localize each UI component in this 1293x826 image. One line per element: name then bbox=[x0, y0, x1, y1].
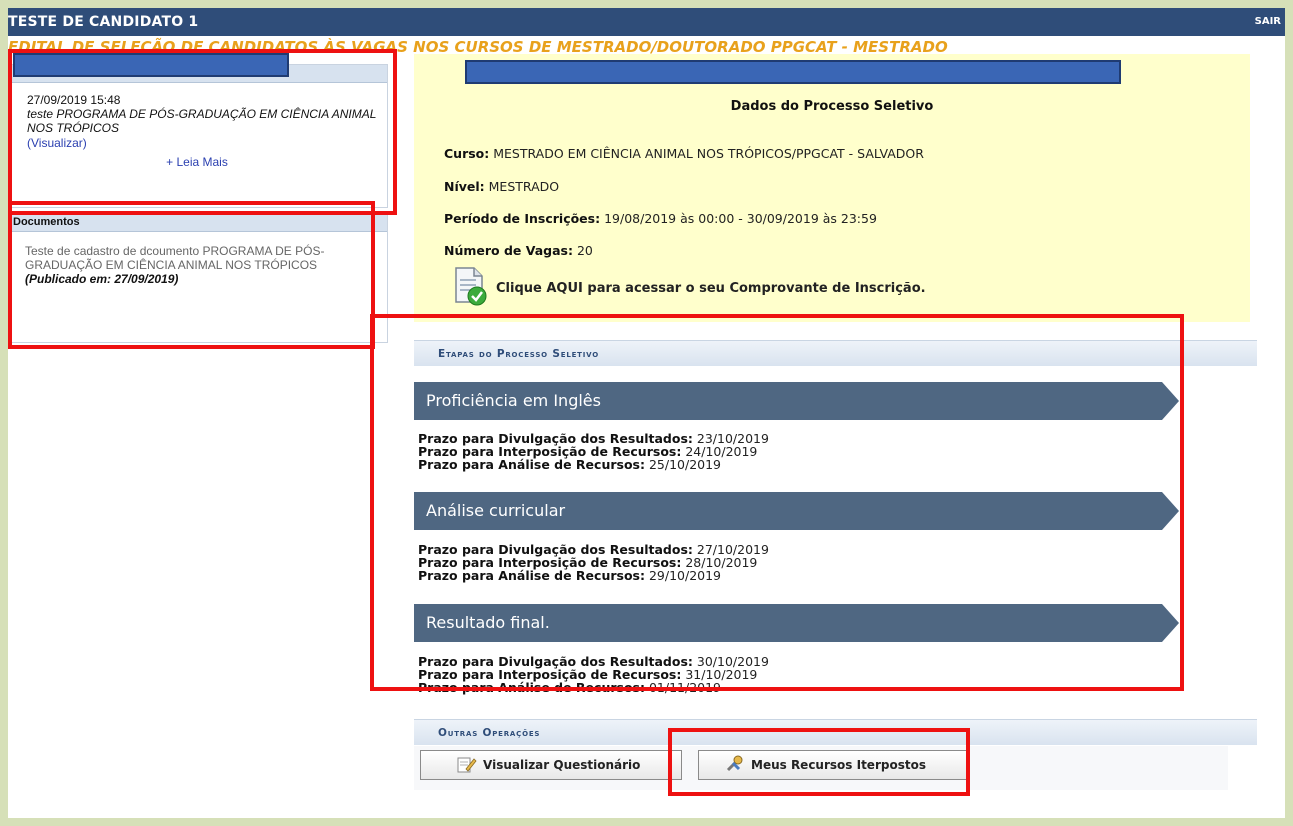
noticia-text: teste PROGRAMA DE PÓS-GRADUAÇÃO EM CIÊNC… bbox=[27, 107, 377, 135]
tools-icon bbox=[725, 755, 745, 776]
periodo-value: 19/08/2019 às 00:00 - 30/09/2019 às 23:5… bbox=[604, 211, 877, 226]
outras-heading-bar: Outras Operações bbox=[414, 719, 1257, 745]
curso-row: Curso: MESTRADO EM CIÊNCIA ANIMAL NOS TR… bbox=[444, 146, 924, 161]
document-check-icon bbox=[450, 266, 490, 310]
documento-text[interactable]: Teste de cadastro de dcoumento PROGRAMA … bbox=[25, 244, 369, 272]
top-bar: TESTE DE CANDIDATO 1 SAIR bbox=[8, 8, 1285, 36]
exit-link[interactable]: SAIR bbox=[1255, 16, 1281, 27]
vagas-value: 20 bbox=[576, 243, 593, 258]
analise-date: 25/10/2019 bbox=[648, 457, 722, 472]
stage-banner: Proficiência em Inglês bbox=[414, 382, 1179, 420]
analise-date: 01/11/2019 bbox=[648, 680, 722, 695]
pencil-paper-icon bbox=[457, 755, 477, 776]
stage-name: Proficiência em Inglês bbox=[426, 391, 601, 410]
nivel-row: Nível: MESTRADO bbox=[444, 179, 559, 194]
stage-prazos: Prazo para Divulgação dos Resultados: 30… bbox=[418, 655, 769, 694]
stage-banner: Resultado final. bbox=[414, 604, 1179, 642]
documentos-heading: Documentos bbox=[9, 214, 387, 232]
periodo-label: Período de Inscrições: bbox=[444, 211, 601, 226]
analise-label: Prazo para Análise de Recursos: bbox=[418, 457, 645, 472]
user-title: TESTE DE CANDIDATO 1 bbox=[8, 14, 199, 30]
analise-label: Prazo para Análise de Recursos: bbox=[418, 568, 645, 583]
stage-banner: Análise curricular bbox=[414, 492, 1179, 530]
documento-published-date: (Publicado em: 27/09/2019) bbox=[25, 272, 179, 286]
outras-heading: Outras Operações bbox=[438, 727, 541, 739]
stage-prazos: Prazo para Divulgação dos Resultados: 23… bbox=[418, 432, 769, 471]
meus-recursos-button[interactable]: Meus Recursos Iterpostos bbox=[698, 750, 968, 780]
redaction-block bbox=[465, 60, 1121, 84]
nivel-value: MESTRADO bbox=[488, 179, 560, 194]
etapas-heading-bar: Etapas do Processo Seletivo bbox=[414, 340, 1257, 366]
etapas-heading: Etapas do Processo Seletivo bbox=[438, 348, 599, 360]
noticias-panel: Últimas Notícias 27/09/2019 15:48 teste … bbox=[8, 64, 388, 208]
dados-processo-panel: Dados do Processo Seletivo Curso: MESTRA… bbox=[414, 54, 1250, 322]
redaction-block bbox=[13, 53, 289, 77]
analise-label: Prazo para Análise de Recursos: bbox=[418, 680, 645, 695]
curso-value: MESTRADO EM CIÊNCIA ANIMAL NOS TRÓPICOS/… bbox=[493, 146, 924, 161]
stage-name: Análise curricular bbox=[426, 501, 566, 520]
leia-mais-link[interactable]: + Leia Mais bbox=[27, 155, 367, 169]
visualizar-questionario-button[interactable]: Visualizar Questionário bbox=[420, 750, 682, 780]
noticia-view-link[interactable]: (Visualizar) bbox=[27, 135, 387, 151]
analise-date: 29/10/2019 bbox=[648, 568, 722, 583]
nivel-label: Nível: bbox=[444, 179, 485, 194]
visualizar-questionario-label: Visualizar Questionário bbox=[483, 758, 641, 772]
vagas-row: Número de Vagas: 20 bbox=[444, 243, 593, 258]
periodo-row: Período de Inscrições: 19/08/2019 às 00:… bbox=[444, 211, 877, 226]
comprovante-label: Clique AQUI para acessar o seu Comprovan… bbox=[496, 280, 926, 296]
dados-heading: Dados do Processo Seletivo bbox=[730, 99, 934, 114]
comprovante-link[interactable]: Clique AQUI para acessar o seu Comprovan… bbox=[450, 266, 926, 310]
curso-label: Curso: bbox=[444, 146, 490, 161]
stage-prazos: Prazo para Divulgação dos Resultados: 27… bbox=[418, 543, 769, 582]
noticia-date: 27/09/2019 15:48 bbox=[27, 93, 121, 107]
vagas-label: Número de Vagas: bbox=[444, 243, 573, 258]
meus-recursos-label: Meus Recursos Iterpostos bbox=[751, 758, 926, 772]
page-frame: TESTE DE CANDIDATO 1 SAIR EDITAL DE SELE… bbox=[8, 8, 1285, 818]
documentos-panel: Documentos Teste de cadastro de dcoument… bbox=[8, 213, 388, 343]
stage-name: Resultado final. bbox=[426, 613, 550, 632]
